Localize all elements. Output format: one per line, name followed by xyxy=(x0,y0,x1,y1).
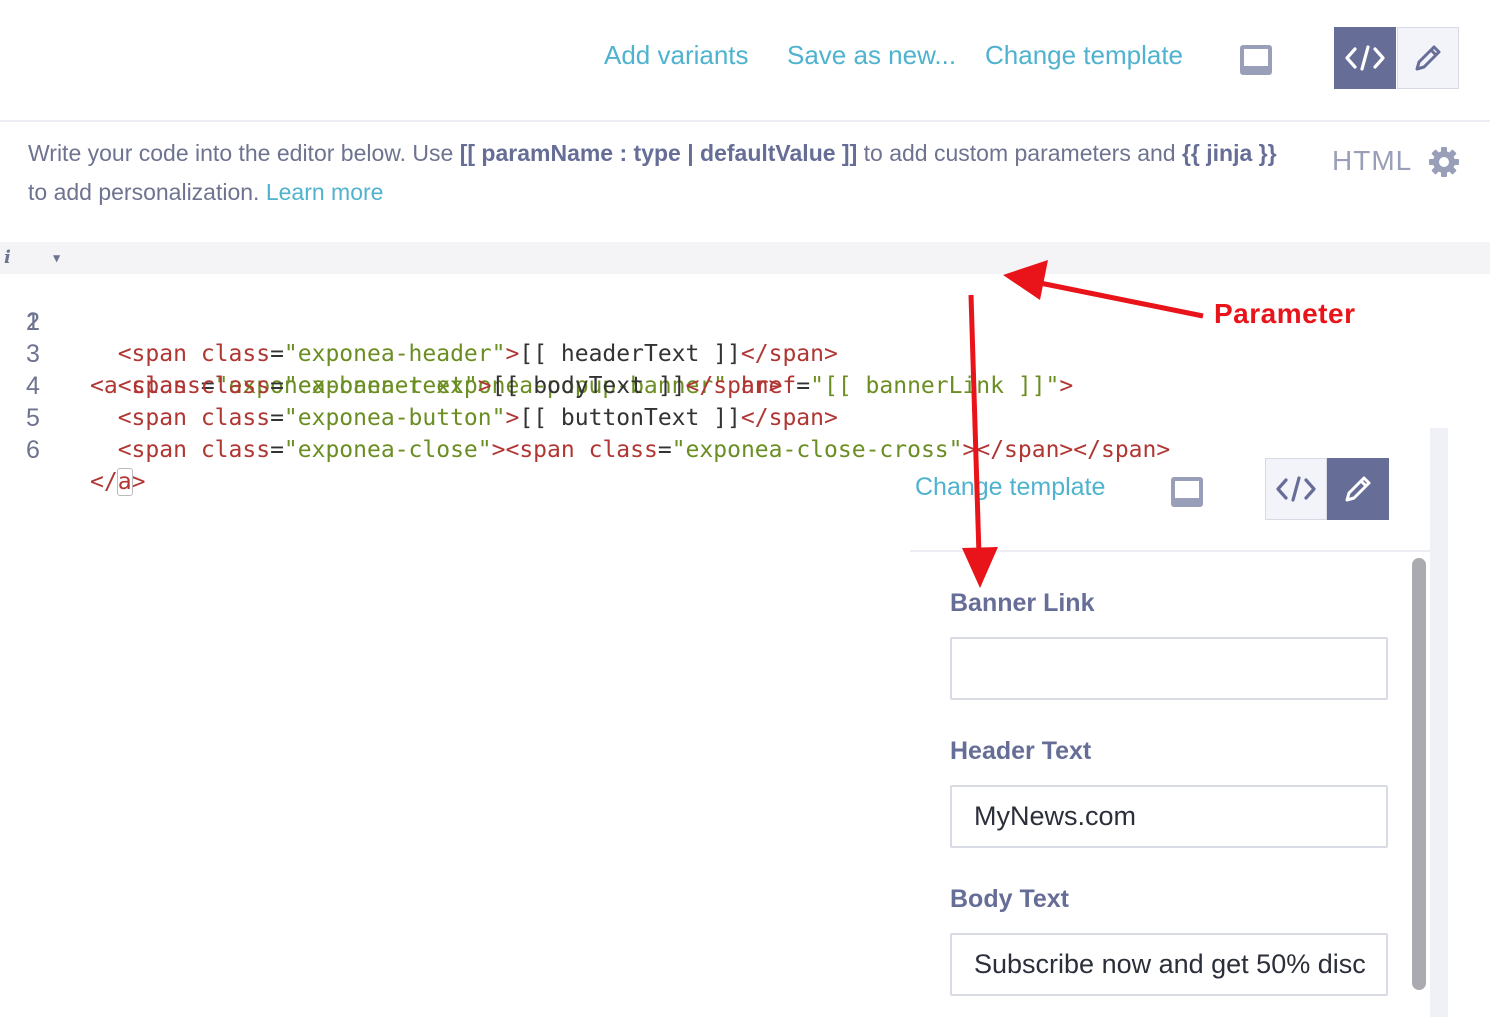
body-text-input[interactable]: Subscribe now and get 50% disc xyxy=(950,933,1388,996)
code-line: 5 <span class="exponea-close"><span clas… xyxy=(26,404,1171,463)
pencil-icon xyxy=(1415,45,1441,71)
header-text-label: Header Text xyxy=(950,737,1092,765)
editor-mode-label: HTML xyxy=(1332,145,1413,176)
panel-change-template-link[interactable]: Change template xyxy=(915,473,1105,502)
code-view-button[interactable] xyxy=(1334,27,1396,89)
code-icon xyxy=(1345,45,1385,71)
learn-more-link[interactable]: Learn more xyxy=(266,179,384,205)
banner-link-input[interactable] xyxy=(950,637,1388,700)
editor-help-text: Write your code into the editor below. U… xyxy=(28,140,1277,205)
pencil-icon xyxy=(1345,476,1371,502)
header-text-input[interactable]: MyNews.com xyxy=(950,785,1388,848)
gear-icon xyxy=(1429,147,1459,177)
panel-code-view-button[interactable] xyxy=(1265,458,1327,520)
panel-preview-toggle-button[interactable] xyxy=(1167,472,1207,512)
monitor-icon xyxy=(1240,45,1272,75)
body-text-label: Body Text xyxy=(950,885,1069,913)
preview-toggle-button[interactable] xyxy=(1236,40,1276,80)
monitor-icon xyxy=(1171,477,1203,507)
code-icon xyxy=(1276,476,1316,502)
save-as-new-link[interactable]: Save as new... xyxy=(787,40,956,71)
code-line: i 1 ▼ <a class="exponea-banner exponea-p… xyxy=(0,242,1490,399)
banner-link-label: Banner Link xyxy=(950,589,1095,617)
panel-visual-edit-button[interactable] xyxy=(1327,458,1389,520)
add-variants-link[interactable]: Add variants xyxy=(604,40,749,71)
panel-scrollbar[interactable] xyxy=(1412,558,1426,990)
change-template-link[interactable]: Change template xyxy=(985,40,1183,71)
settings-button[interactable] xyxy=(1428,146,1460,183)
fold-arrow-icon[interactable]: ▼ xyxy=(53,242,60,274)
toolbar-divider xyxy=(0,120,1490,122)
panel-edge xyxy=(1430,428,1448,1017)
code-line: 4 <span class="exponea-button">[[ button… xyxy=(26,372,838,431)
visual-edit-button[interactable] xyxy=(1397,27,1459,89)
panel-divider xyxy=(910,550,1430,552)
info-icon: i xyxy=(4,247,11,268)
parameter-annotation: Parameter xyxy=(1214,298,1356,329)
